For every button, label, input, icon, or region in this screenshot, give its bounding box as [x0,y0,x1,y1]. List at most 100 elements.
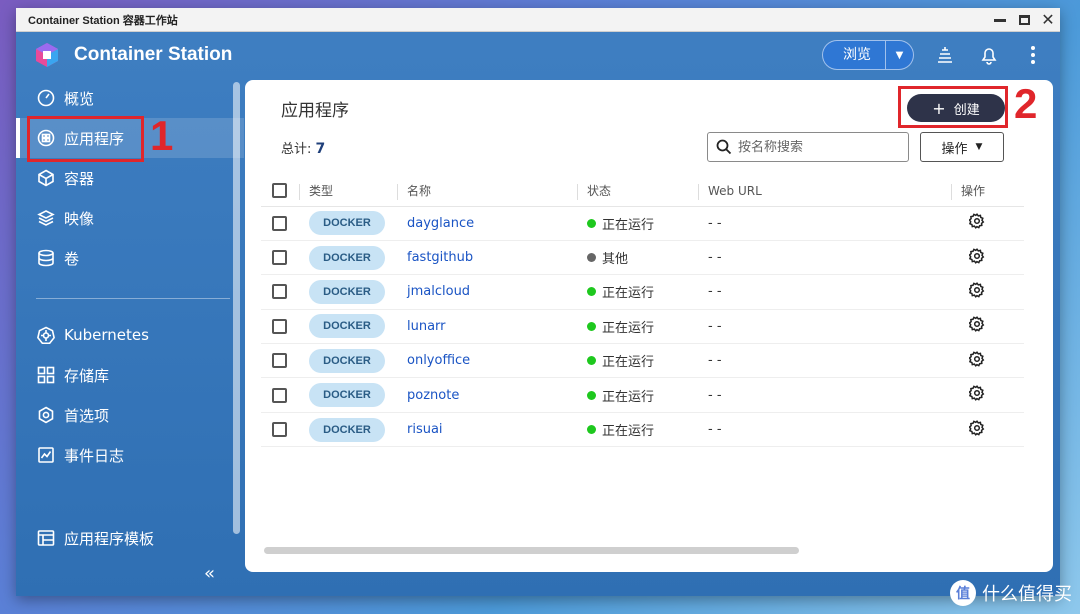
table-row[interactable]: DOCKER jmalcloud 正在运行 - - [261,274,1024,310]
search-box[interactable] [707,132,909,162]
status-text: 正在运行 [602,355,655,371]
status-cell: 正在运行 [577,377,698,413]
gear-icon[interactable] [968,385,985,405]
app-name-link[interactable]: dayglance [397,206,577,241]
actions-cell [951,206,1024,241]
sidebar-item-images[interactable]: 映像 [16,198,244,238]
row-checkbox[interactable] [272,387,287,403]
table-row[interactable]: DOCKER onlyoffice 正在运行 - - [261,343,1024,379]
row-select-cell [261,412,299,448]
stack-icon[interactable] [928,38,962,72]
app-name-link[interactable]: poznote [397,377,577,413]
table-header-row: 类型 名称 状态 Web URL 操作 [261,176,1024,207]
annotation-number-1: 1 [150,112,174,159]
row-checkbox[interactable] [272,318,287,334]
template-icon [36,528,56,548]
type-badge: DOCKER [309,417,385,442]
type-cell: DOCKER [299,377,397,413]
app-name-link[interactable]: jmalcloud [397,274,577,310]
maximize-button[interactable] [1012,8,1036,32]
sidebar-item-overview[interactable]: 概览 [16,78,244,118]
cube-icon [36,168,56,188]
browse-dropdown-icon[interactable]: ▼ [885,41,913,69]
total-count: 总计: 7 [281,138,325,157]
sidebar-item-event-log[interactable]: 事件日志 [16,435,244,475]
table-row[interactable]: DOCKER poznote 正在运行 - - [261,377,1024,413]
more-menu-icon[interactable] [1016,38,1050,72]
sidebar-item-label: 事件日志 [64,446,125,465]
table-row[interactable]: DOCKER lunarr 正在运行 - - [261,309,1024,345]
row-checkbox[interactable] [272,422,287,438]
search-input[interactable] [738,139,898,155]
browse-button[interactable]: 浏览 ▼ [822,40,914,70]
minimize-button[interactable] [988,8,1012,32]
actions-cell [951,240,1024,276]
table-row[interactable]: DOCKER risuai 正在运行 - - [261,412,1024,448]
table-row[interactable]: DOCKER fastgithub 其他 - - [261,240,1024,276]
gear-icon[interactable] [968,316,985,336]
app-name: Container Station [74,44,233,65]
collapse-sidebar-icon[interactable]: « [204,563,215,584]
row-checkbox[interactable] [272,284,287,300]
title-bar: Container Station 容器工作站 ✕ [16,8,1060,32]
gear-icon[interactable] [968,419,985,440]
sidebar-item-preferences[interactable]: 首选项 [16,395,244,435]
page-title: 应用程序 [281,101,349,121]
gear-icon[interactable] [968,350,985,371]
type-badge: DOCKER [309,245,385,270]
app-name-link[interactable]: lunarr [397,309,577,345]
gauge-icon [36,88,56,108]
sidebar-item-app-templates[interactable]: 应用程序模板 [16,518,244,558]
type-badge: DOCKER [309,279,385,304]
status-dot [587,321,596,331]
horizontal-scrollbar[interactable] [264,547,799,554]
sidebar-item-registry[interactable]: 存储库 [16,355,244,395]
close-button[interactable]: ✕ [1036,8,1060,32]
row-select-cell [261,274,299,310]
weburl-cell: - - [698,343,951,379]
sidebar-item-containers[interactable]: 容器 [16,158,244,198]
row-select-cell [261,377,299,413]
table-body: DOCKER dayglance 正在运行 - - DOCKER fastgithub 其他… [261,206,1024,448]
select-all-checkbox[interactable] [272,183,287,199]
column-header-type[interactable]: 类型 [299,176,397,207]
type-cell: DOCKER [299,206,397,241]
app-name-link[interactable]: onlyoffice [397,343,577,379]
status-dot [587,390,596,400]
database-icon [36,248,56,268]
container-station-logo-icon [34,42,60,68]
watermark: 值 什么值得买 [950,580,1072,606]
sidebar-item-volumes[interactable]: 卷 [16,238,244,278]
column-header-weburl[interactable]: Web URL [698,176,951,207]
app-window: Container Station 容器工作站 ✕ Container Stat… [16,8,1060,596]
close-icon: ✕ [1041,9,1055,29]
type-cell: DOCKER [299,240,397,276]
app-name-link[interactable]: risuai [397,412,577,448]
chevron-down-icon: ▼ [975,142,983,152]
sidebar-scrollbar[interactable] [233,82,240,534]
gear-icon[interactable] [968,247,985,268]
row-checkbox[interactable] [272,353,287,369]
sidebar-item-label: Kubernetes [64,326,149,344]
gear-icon[interactable] [968,282,985,302]
row-select-cell [261,206,299,241]
row-checkbox[interactable] [272,215,287,231]
app-name-link[interactable]: fastgithub [397,240,577,276]
row-checkbox[interactable] [272,250,287,266]
sidebar-item-kubernetes[interactable]: Kubernetes [16,315,244,355]
bell-icon[interactable] [972,38,1006,72]
status-text: 正在运行 [602,320,655,336]
status-cell: 正在运行 [577,309,698,345]
status-text: 正在运行 [602,389,655,405]
weburl-cell: - - [698,309,951,345]
column-header-name[interactable]: 名称 [397,176,577,207]
column-header-status[interactable]: 状态 [577,176,698,207]
operations-button[interactable]: 操作 ▼ [920,132,1004,162]
sidebar-item-label: 存储库 [64,366,110,385]
status-cell: 正在运行 [577,206,698,241]
sidebar-item-label: 映像 [64,209,95,228]
table-row[interactable]: DOCKER dayglance 正在运行 - - [261,206,1024,241]
gear-icon[interactable] [968,213,985,233]
status-dot [587,287,596,297]
log-icon [36,445,56,465]
